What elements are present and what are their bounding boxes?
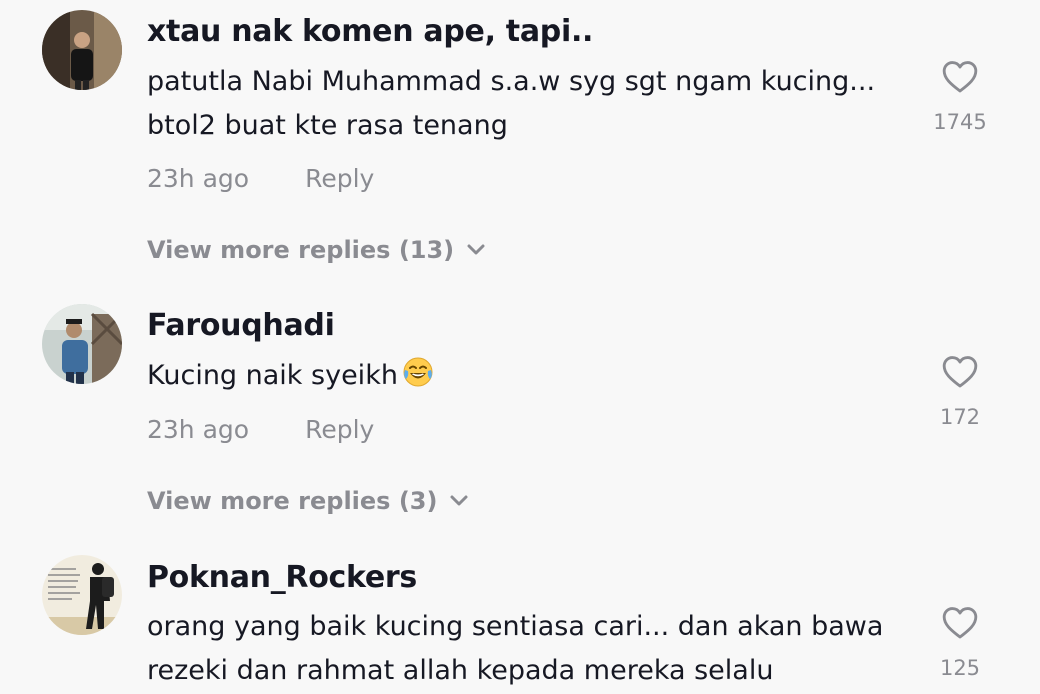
face-with-tears-of-joy-icon: [402, 356, 434, 402]
like-control: 172: [910, 353, 1010, 429]
timestamp: 23h ago: [147, 415, 250, 444]
username[interactable]: Farouqhadi: [147, 308, 335, 343]
comment-text-line: Kucing naik syeikh: [147, 360, 398, 391]
reply-button[interactable]: Reply: [305, 164, 374, 193]
avatar[interactable]: [42, 555, 122, 635]
view-more-replies-button[interactable]: View more replies (13): [147, 236, 486, 264]
comment-text-line: patutla Nabi Muhammad s.a.w syg sgt ngam…: [147, 66, 876, 97]
reply-button[interactable]: Reply: [305, 415, 374, 444]
comment-text-line: rezeki dan rahmat allah kepada mereka se…: [147, 655, 774, 686]
comment-text: patutla Nabi Muhammad s.a.w syg sgt ngam…: [147, 60, 917, 148]
comment-text-line: orang yang baik kucing sentiasa cari... …: [147, 611, 884, 642]
heart-outline-icon[interactable]: [910, 604, 1010, 644]
comment-text: orang yang baik kucing sentiasa cari... …: [147, 605, 917, 693]
like-count: 125: [939, 656, 981, 680]
view-more-replies-button[interactable]: View more replies (3): [147, 487, 469, 515]
heart-outline-icon[interactable]: [910, 58, 1010, 98]
username[interactable]: Poknan_Rockers: [147, 560, 417, 595]
comment-meta: 23h ago Reply: [147, 415, 374, 444]
avatar[interactable]: [42, 304, 122, 384]
username[interactable]: xtau nak komen ape, tapi..: [147, 14, 593, 49]
heart-outline-icon[interactable]: [910, 353, 1010, 393]
avatar[interactable]: [42, 10, 122, 90]
comment-text: Kucing naik syeikh: [147, 354, 917, 402]
like-control: 1745: [910, 58, 1010, 134]
like-count: 172: [939, 405, 981, 429]
view-more-label: View more replies (3): [147, 487, 438, 515]
comment-text-line: btol2 buat kte rasa tenang: [147, 110, 508, 141]
timestamp: 23h ago: [147, 164, 250, 193]
comment-meta: 23h ago Reply: [147, 164, 374, 193]
chevron-down-icon: [466, 235, 486, 263]
like-count: 1745: [933, 110, 987, 134]
like-control: 125: [910, 604, 1010, 680]
chevron-down-icon: [449, 486, 469, 514]
view-more-label: View more replies (13): [147, 236, 455, 264]
